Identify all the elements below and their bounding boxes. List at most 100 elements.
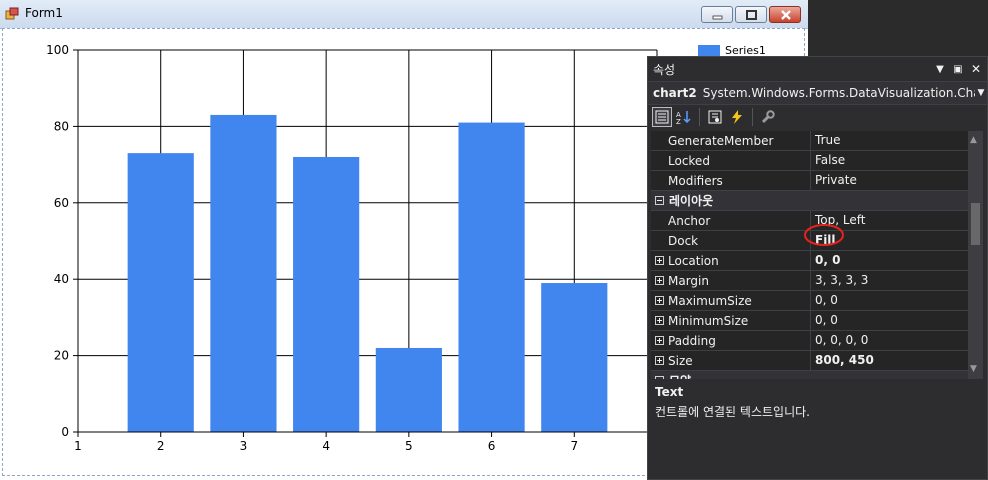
row-expander[interactable]	[651, 196, 667, 205]
lightning-icon	[732, 110, 742, 124]
y-tick-label: 100	[46, 43, 69, 57]
x-tick-label: 1	[74, 439, 82, 453]
property-value[interactable]: 0, 0, 0, 0	[810, 331, 969, 350]
category-row[interactable]: 레이아웃	[651, 191, 969, 211]
property-value[interactable]: 0, 0	[810, 291, 969, 310]
x-tick-label: 2	[157, 439, 165, 453]
property-row-maximumsize[interactable]: MaximumSize 0, 0	[651, 291, 969, 311]
toolbar-separator	[752, 108, 753, 126]
description-text: 컨트롤에 연결된 텍스트입니다.	[655, 405, 810, 419]
bar	[375, 347, 442, 432]
property-row-minimumsize[interactable]: MinimumSize 0, 0	[651, 311, 969, 331]
collapse-icon[interactable]	[654, 376, 664, 379]
property-row-padding[interactable]: Padding 0, 0, 0, 0	[651, 331, 969, 351]
chevron-down-icon[interactable]: ▼	[975, 88, 987, 98]
property-name: Dock	[668, 233, 699, 248]
x-tick-label: 7	[570, 439, 578, 453]
row-expander[interactable]	[651, 256, 667, 265]
bar	[127, 153, 194, 432]
form-title: Form1	[25, 6, 63, 20]
property-value[interactable]: 800, 450	[810, 351, 969, 370]
property-value[interactable]: Private	[810, 171, 969, 190]
y-tick-label: 80	[54, 119, 69, 133]
property-row-modifiers[interactable]: Modifiers Private	[651, 171, 969, 191]
category-label: 레이아웃	[669, 194, 714, 208]
form-icon	[5, 7, 19, 20]
row-expander[interactable]	[651, 296, 667, 305]
property-row-size[interactable]: Size 800, 450	[651, 351, 969, 371]
expand-icon[interactable]	[654, 296, 664, 305]
property-row-margin[interactable]: Margin 3, 3, 3, 3	[651, 271, 969, 291]
property-grid: GenerateMember True Locked False Modifiers Pr…	[651, 131, 969, 379]
y-tick-label: 20	[54, 349, 69, 363]
close-icon[interactable]: ✕	[969, 62, 983, 76]
property-name: Anchor	[668, 213, 711, 228]
close-icon	[781, 10, 791, 20]
property-value[interactable]: True	[810, 131, 969, 150]
object-selector[interactable]: chart2 System.Windows.Forms.DataVisualiz…	[648, 81, 987, 105]
x-tick-label: 6	[488, 439, 496, 453]
properties-icon	[708, 110, 722, 124]
property-name: Locked	[668, 153, 710, 168]
expand-icon[interactable]	[654, 336, 664, 345]
object-type: System.Windows.Forms.DataVisualization.C…	[702, 86, 975, 100]
x-tick-label: 3	[240, 439, 248, 453]
properties-panel: 속성 ▼ ▣ ✕ chart2 System.Windows.Forms.Dat…	[647, 56, 988, 480]
property-grid-scrollbar[interactable]: ▲ ▼	[968, 131, 983, 379]
property-row-generatemember[interactable]: GenerateMember True	[651, 131, 969, 151]
expand-icon[interactable]	[654, 276, 664, 285]
property-name: Size	[668, 353, 693, 368]
properties-button[interactable]	[705, 107, 725, 127]
expand-icon[interactable]	[654, 356, 664, 365]
property-value[interactable]: 0, 0	[810, 251, 969, 270]
properties-header: 속성 ▼ ▣ ✕	[648, 57, 987, 81]
property-value[interactable]: 0, 0	[810, 311, 969, 330]
maximize-icon	[746, 10, 757, 20]
properties-title: 속성	[653, 62, 676, 77]
sort-alpha-icon: A Z	[676, 111, 691, 124]
property-value[interactable]: False	[810, 151, 969, 170]
bar	[541, 283, 608, 432]
categorized-button[interactable]	[652, 107, 672, 127]
categorized-icon	[655, 110, 669, 124]
restore-icon[interactable]: ▣	[951, 64, 965, 75]
row-expander[interactable]	[651, 336, 667, 345]
scrollbar-thumb[interactable]	[971, 203, 980, 245]
row-expander[interactable]	[651, 376, 667, 379]
property-name: Padding	[668, 333, 716, 348]
collapse-icon[interactable]	[654, 196, 664, 205]
category-row[interactable]: 모양	[651, 371, 969, 379]
alphabetical-button[interactable]: A Z	[674, 107, 694, 127]
minimize-button[interactable]	[701, 6, 733, 23]
y-tick-label: 0	[61, 425, 69, 439]
property-name: GenerateMember	[668, 133, 774, 148]
dropdown-icon[interactable]: ▼	[933, 64, 947, 75]
form-titlebar[interactable]: Form1	[0, 0, 808, 29]
scroll-up-icon[interactable]: ▲	[970, 135, 977, 145]
property-value[interactable]: 3, 3, 3, 3	[810, 271, 969, 290]
minimize-icon	[712, 15, 723, 20]
category-label: 모양	[667, 372, 691, 379]
maximize-button[interactable]	[735, 6, 767, 23]
expand-icon[interactable]	[654, 316, 664, 325]
y-tick-label: 60	[54, 196, 69, 210]
description-pane: Text 컨트롤에 연결된 텍스트입니다.	[651, 383, 981, 473]
expand-icon[interactable]	[654, 256, 664, 265]
bar	[210, 114, 277, 432]
annotation-circle	[804, 224, 844, 246]
scroll-down-icon[interactable]: ▼	[970, 364, 977, 374]
property-pages-button[interactable]	[758, 107, 778, 127]
property-row-location[interactable]: Location 0, 0	[651, 251, 969, 271]
row-expander[interactable]	[651, 356, 667, 365]
row-expander[interactable]	[651, 316, 667, 325]
row-expander[interactable]	[651, 276, 667, 285]
close-button[interactable]	[769, 6, 801, 23]
property-row-locked[interactable]: Locked False	[651, 151, 969, 171]
property-name: Margin	[668, 273, 709, 288]
toolbar-separator	[699, 108, 700, 126]
property-name: Modifiers	[668, 173, 723, 188]
events-button[interactable]	[727, 107, 747, 127]
property-name: Location	[668, 253, 719, 268]
svg-text:Z: Z	[676, 118, 681, 124]
bar	[458, 122, 525, 432]
